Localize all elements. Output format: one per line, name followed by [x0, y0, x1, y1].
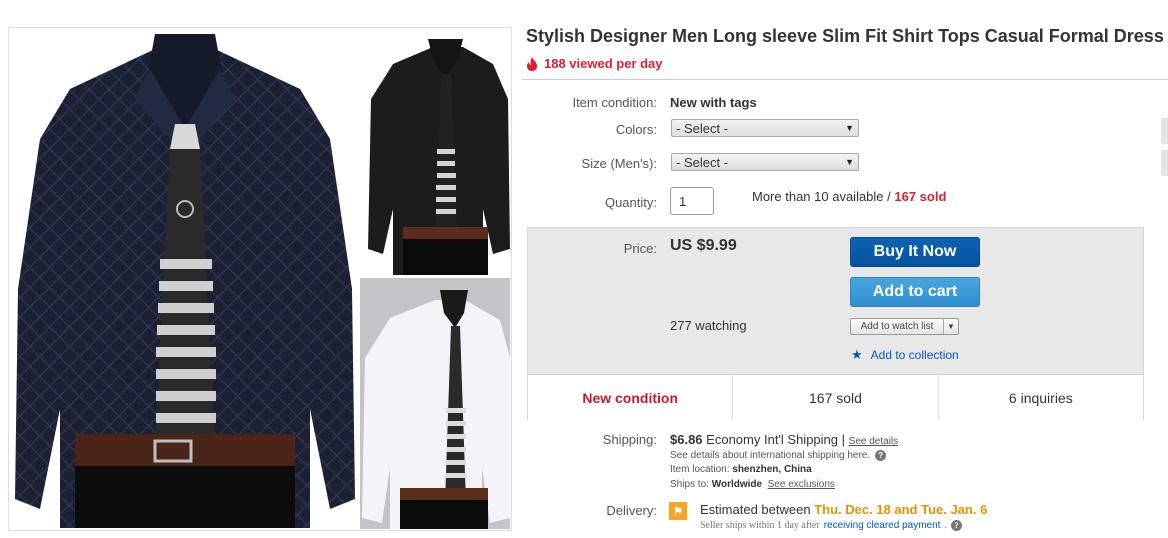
shipping-label: Shipping: [602, 432, 657, 447]
delivery-dates: Thu. Dec. 18 and Tue. Jan. 6 [814, 502, 988, 517]
delivery-note-suffix: . [944, 520, 947, 531]
size-select[interactable]: - Select - ▼ [671, 153, 859, 171]
ships-to: Ships to: Worldwide See exclusions [670, 479, 835, 490]
ships-to-label: Ships to: [670, 479, 709, 490]
see-details-link[interactable]: See details [849, 436, 898, 447]
sold-count: 167 sold [894, 189, 947, 204]
title-divider [522, 79, 1168, 80]
availability-text: More than 10 available / [752, 189, 895, 204]
intl-shipping-note: See details about international shipping… [670, 450, 887, 461]
shipping-divider: | [841, 432, 846, 447]
star-icon: ★ [851, 347, 863, 362]
watching-count: 277 watching [670, 318, 747, 333]
intl-shipping-text: See details about international shipping… [670, 450, 871, 461]
colors-label: Colors: [615, 122, 657, 137]
add-to-collection-link[interactable]: ★ Add to collection [851, 347, 959, 363]
stat-sold[interactable]: 167 sold [732, 375, 937, 420]
shipping-method: Economy Int'l Shipping [706, 432, 839, 447]
listing-stats: New condition 167 sold 6 inquiries [528, 374, 1143, 420]
delivery-note-text: Seller ships within 1 day after [700, 520, 820, 531]
cleared-payment-link[interactable]: receiving cleared payment [824, 520, 941, 531]
colors-select[interactable]: - Select - ▼ [671, 119, 859, 137]
white-shirt-image[interactable] [360, 278, 510, 529]
item-location-label: Item location: [670, 464, 730, 475]
watch-list-label[interactable]: Add to watch list [851, 319, 944, 334]
chevron-down-icon: ▼ [845, 157, 854, 167]
side-panel-tab[interactable] [1161, 150, 1168, 176]
delivery-note: Seller ships within 1 day after receivin… [700, 520, 962, 531]
condition-label: Item condition: [572, 95, 657, 110]
colors-selected-value: - Select - [676, 120, 729, 136]
question-circle-icon[interactable]: ? [950, 520, 962, 531]
black-shirt-image[interactable] [363, 29, 510, 275]
price-value: US $9.99 [670, 237, 737, 254]
item-location-value: shenzhen, China [732, 464, 812, 475]
delivery-estimate: Estimated between Thu. Dec. 18 and Tue. … [700, 502, 987, 517]
views-per-day: 188 viewed per day [526, 56, 663, 71]
shipping-summary: $6.86 Economy Int'l Shipping | See detai… [670, 432, 898, 447]
stat-inquiries[interactable]: 6 inquiries [937, 375, 1143, 420]
see-exclusions-link[interactable]: See exclusions [768, 479, 835, 490]
price-label: Price: [623, 241, 657, 256]
image-gallery [8, 27, 512, 531]
views-text: 188 viewed per day [544, 56, 663, 71]
quantity-input[interactable]: 1 [670, 187, 714, 215]
delivery-label: Delivery: [606, 503, 657, 518]
chevron-down-icon: ▼ [845, 123, 854, 133]
buy-it-now-button[interactable]: Buy It Now [850, 237, 980, 267]
item-location: Item location: shenzhen, China [670, 464, 812, 475]
add-to-watch-list-button[interactable]: Add to watch list ▼ [850, 318, 959, 335]
stat-condition: New condition [582, 389, 678, 406]
condition-value: New with tags [670, 95, 757, 110]
chevron-down-icon[interactable]: ▼ [944, 319, 958, 334]
ships-to-value: Worldwide [711, 479, 763, 490]
shipping-cost: $6.86 [670, 432, 703, 447]
item-title: Stylish Designer Men Long sleeve Slim Fi… [526, 26, 1164, 46]
flag-icon: ⚑ [669, 502, 687, 520]
side-panel-tab[interactable] [1161, 118, 1168, 144]
add-to-cart-button[interactable]: Add to cart [850, 277, 980, 307]
main-product-image[interactable] [10, 29, 360, 528]
size-selected-value: - Select - [676, 154, 729, 170]
question-circle-icon[interactable]: ? [875, 450, 887, 461]
flame-icon [527, 56, 537, 71]
size-label: Size (Men's): [581, 156, 657, 171]
delivery-prefix: Estimated between [700, 502, 815, 517]
availability: More than 10 available / 167 sold [752, 189, 946, 204]
quantity-label: Quantity: [604, 195, 657, 210]
collection-label[interactable]: Add to collection [871, 348, 959, 362]
